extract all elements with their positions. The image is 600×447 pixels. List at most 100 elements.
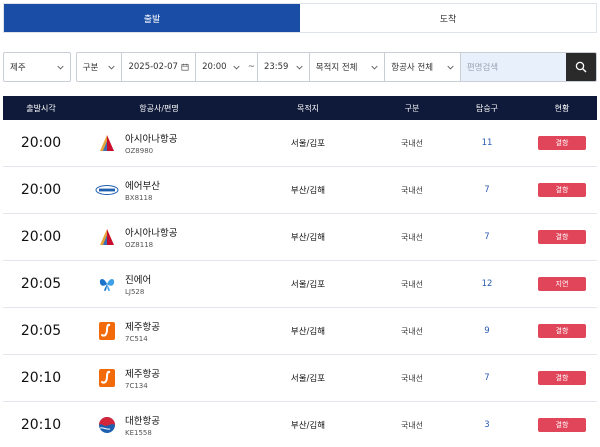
airport-select-value: 제주	[10, 63, 26, 73]
table-row[interactable]: 20:10 대한항공 KE1558 부산/김해 국내선 3 결항	[3, 402, 597, 447]
gate: 3	[484, 420, 490, 430]
flight-type: 국내선	[400, 232, 424, 242]
departure-time: 20:10	[20, 370, 62, 386]
airline-name: 대한항공	[125, 416, 160, 427]
search-icon	[575, 61, 587, 73]
table-row[interactable]: 20:05 진에어 LJ528 서울/김포 국내선 12 지연	[3, 261, 597, 308]
flight-number: KE1558	[125, 429, 152, 437]
status-badge: 결항	[538, 324, 586, 338]
date-input-value: 2025-02-07	[128, 62, 178, 72]
header-type: 구분	[404, 103, 420, 113]
status-badge: 결항	[538, 136, 586, 150]
flight-number: 7C134	[125, 382, 148, 390]
departure-time: 20:05	[20, 323, 62, 339]
destination: 서울/김포	[290, 280, 326, 290]
calendar-icon	[181, 63, 189, 71]
airline-name: 아시아나항공	[125, 134, 178, 145]
flight-table-body: 20:00 아시아나항공 OZ8980 서울/김포 국내선 11 결항 20:0…	[3, 120, 597, 447]
flight-type: 국내선	[400, 373, 424, 383]
tab-arrival[interactable]: 도착	[300, 4, 596, 32]
airline-name: 에어부산	[125, 181, 160, 192]
header-airline: 항공사/편명	[139, 103, 179, 113]
table-row[interactable]: 20:00 아시아나항공 OZ8980 서울/김포 국내선 11 결항	[3, 120, 597, 167]
direction-tabs: 출발 도착	[3, 3, 597, 33]
chevron-down-icon	[233, 65, 240, 70]
airline-select-value: 항공사 전체	[391, 63, 434, 73]
table-row[interactable]: 20:05 제주항공 7C514 부산/김해 국내선 9 결항	[3, 308, 597, 355]
time-to-value: 23:59	[263, 62, 289, 72]
destination-select-value: 목적지 전체	[315, 63, 358, 73]
status-badge: 지연	[538, 277, 586, 291]
jinair-logo-icon	[95, 274, 119, 294]
date-input[interactable]: 2025-02-07	[122, 53, 197, 81]
time-from-value: 20:00	[202, 62, 227, 72]
flight-type: 국내선	[400, 279, 424, 289]
table-row[interactable]: 20:00 아시아나항공 OZ8118 부산/김해 국내선 7 결항	[3, 214, 597, 261]
header-status: 현황	[554, 103, 570, 113]
gate: 12	[481, 279, 493, 289]
departure-time: 20:00	[20, 182, 62, 198]
destination: 서울/김포	[290, 374, 326, 384]
destination: 부산/김해	[290, 233, 326, 243]
airline-name: 아시아나항공	[125, 228, 178, 239]
asiana-logo-icon	[95, 133, 119, 153]
departure-time: 20:05	[20, 276, 62, 292]
gate: 11	[481, 138, 493, 148]
gate: 7	[484, 232, 490, 242]
header-gate: 탑승구	[475, 103, 499, 113]
tab-departure[interactable]: 출발	[4, 4, 300, 32]
status-badge: 결항	[538, 418, 586, 432]
jejuair-logo-icon	[95, 368, 119, 388]
flight-number: OZ8980	[125, 147, 154, 155]
search-button[interactable]	[566, 53, 596, 81]
chevron-down-icon	[296, 65, 303, 70]
airline-name: 제주항공	[125, 322, 160, 333]
jejuair-logo-icon	[95, 321, 119, 341]
flight-type: 국내선	[400, 420, 424, 430]
airline-name: 진에어	[125, 275, 152, 286]
status-badge: 결항	[538, 230, 586, 244]
flight-search-input[interactable]: 편명검색	[460, 53, 567, 81]
time-from-select[interactable]: 20:00	[196, 53, 246, 81]
header-time: 출발시각	[26, 103, 56, 113]
table-header: 출발시각 항공사/편명 목적지 구분 탑승구 현황	[3, 96, 597, 120]
departure-time: 20:00	[20, 135, 62, 151]
departure-time: 20:00	[20, 229, 62, 245]
table-row[interactable]: 20:00 에어부산 BX8118 부산/김해 국내선 7 결항	[3, 167, 597, 214]
destination: 서울/김포	[290, 139, 326, 149]
chevron-down-icon	[108, 65, 116, 70]
search-filter-group: 구분 2025-02-07 20:00 ~ 23:59 목적지 전체 항공사 전…	[75, 52, 597, 82]
flight-number: OZ8118	[125, 241, 154, 249]
flight-number: 7C514	[125, 335, 148, 343]
category-select-value: 구분	[82, 63, 99, 73]
flight-type: 국내선	[400, 138, 424, 148]
gate: 7	[484, 373, 490, 383]
destination: 부산/김해	[290, 327, 326, 337]
flight-number: LJ528	[125, 288, 145, 296]
chevron-down-icon	[447, 65, 454, 70]
time-to-select[interactable]: 23:59	[257, 53, 310, 81]
destination: 부산/김해	[290, 186, 326, 196]
category-select[interactable]: 구분	[76, 53, 123, 81]
asiana-logo-icon	[95, 227, 119, 247]
chevron-down-icon	[371, 65, 378, 70]
flight-type: 국내선	[400, 326, 424, 336]
header-destination: 목적지	[296, 103, 320, 113]
gate: 7	[484, 185, 490, 195]
table-row[interactable]: 20:10 제주항공 7C134 서울/김포 국내선 7 결항	[3, 355, 597, 402]
departure-time: 20:10	[20, 417, 62, 433]
flight-number: BX8118	[125, 194, 153, 202]
filter-bar: 제주 구분 2025-02-07 20:00 ~ 23:59 목적지 전체 항공…	[3, 52, 597, 82]
airline-select[interactable]: 항공사 전체	[385, 53, 461, 81]
time-range-separator: ~	[246, 53, 258, 81]
airport-select[interactable]: 제주	[3, 52, 71, 82]
status-badge: 결항	[538, 371, 586, 385]
chevron-down-icon	[57, 65, 64, 70]
gate: 9	[484, 326, 490, 336]
koreanair-logo-icon	[95, 415, 119, 435]
destination: 부산/김해	[290, 421, 326, 431]
destination-select[interactable]: 목적지 전체	[309, 53, 386, 81]
airbusan-logo-icon	[95, 180, 119, 200]
flight-type: 국내선	[400, 185, 424, 195]
airline-name: 제주항공	[125, 369, 160, 380]
